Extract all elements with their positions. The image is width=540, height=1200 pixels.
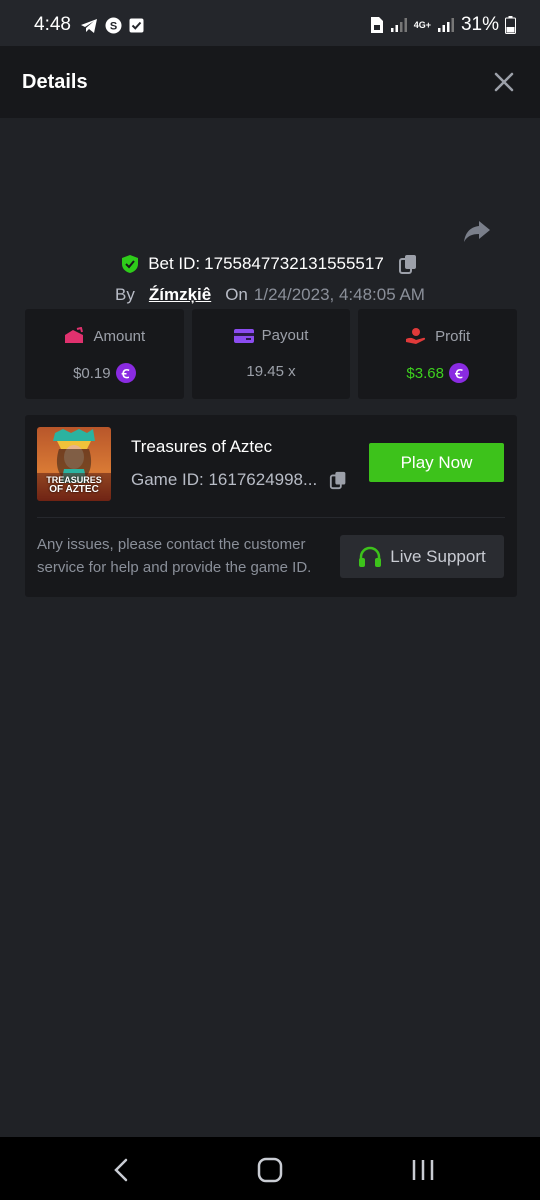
live-support-label: Live Support [390,546,486,566]
play-now-button[interactable]: Play Now [369,443,504,482]
game-id: Game ID: 1617624998... [131,470,318,489]
svg-text:S: S [110,21,117,33]
headset-icon [359,546,382,567]
live-support-button[interactable]: Live Support [340,535,504,578]
bet-id-row: Bet ID: 1755847732131555517 [0,253,540,275]
bet-id-value: 1755847732131555517 [204,254,384,273]
bet-stats: Amount $0.19 Ꞓ Payout 19.45 x Profit $3.… [25,309,518,399]
amount-value: $0.19 [73,364,111,382]
bet-meta-row: By Źímzķiê On 1/24/2023, 4:48:05 AM [0,285,540,305]
game-name: Treasures of Aztec [131,437,273,456]
system-icons: 4G+ 31% [370,14,516,36]
bet-date: 1/24/2023, 4:48:05 AM [253,285,425,304]
share-icon[interactable] [462,216,492,246]
back-icon[interactable] [106,1157,136,1183]
thumb-title-2: OF AZTEC [49,484,99,495]
network-type: 4G+ [413,19,431,30]
coin-icon: Ꞓ [115,363,136,383]
game-id-row: Game ID: 1617624998... [131,470,349,490]
on-label: On [225,285,248,304]
recents-icon[interactable] [408,1157,438,1183]
divider [37,517,505,518]
details-screen: Details Bet ID: 1755847732131555517 By Ź… [0,46,540,1137]
amount-card: Amount $0.19 Ꞓ [25,309,184,399]
battery-percent: 31% [460,14,499,35]
game-thumbnail[interactable]: TREASURES OF AZTEC [37,427,111,501]
amount-label: Amount [93,327,146,345]
circle-s-icon: S [105,17,122,34]
bet-id-label: Bet ID: [148,254,201,273]
card-icon [233,328,254,343]
signal-icon [390,18,407,32]
payout-label: Payout [261,327,309,344]
coin-icon: Ꞓ [448,363,469,383]
notification-icons: S [80,17,144,34]
header: Details [0,46,540,118]
checkbox-icon [129,18,144,33]
profit-card: Profit $3.68 Ꞓ [358,309,518,399]
payout-value: 19.45 x [246,363,296,380]
sim-lock-icon [370,17,383,33]
status-bar: 4:48 S 4G+ 31% [0,0,540,46]
page-title: Details [22,71,88,93]
username-link[interactable]: Źímzķiê [149,285,211,305]
telegram-icon [81,18,97,33]
profit-value: $3.68 [406,364,444,382]
profit-hand-icon [406,328,426,344]
battery-icon [505,16,516,34]
by-label: By [115,285,135,304]
support-message: Any issues, please contact the customer … [37,536,312,576]
payout-card: Payout 19.45 x [191,309,351,399]
close-icon[interactable] [492,70,516,94]
shield-check-icon [122,255,139,273]
game-card: TREASURES OF AZTEC Treasures of Aztec Ga… [25,415,517,597]
copy-icon[interactable] [398,253,420,275]
profit-label: Profit [435,327,471,345]
copy-icon[interactable] [329,470,349,490]
home-icon[interactable] [255,1157,285,1183]
amount-icon [65,327,84,343]
status-time: 4:48 [34,14,71,35]
signal-icon-2 [437,18,454,32]
android-nav-bar [0,1137,540,1200]
